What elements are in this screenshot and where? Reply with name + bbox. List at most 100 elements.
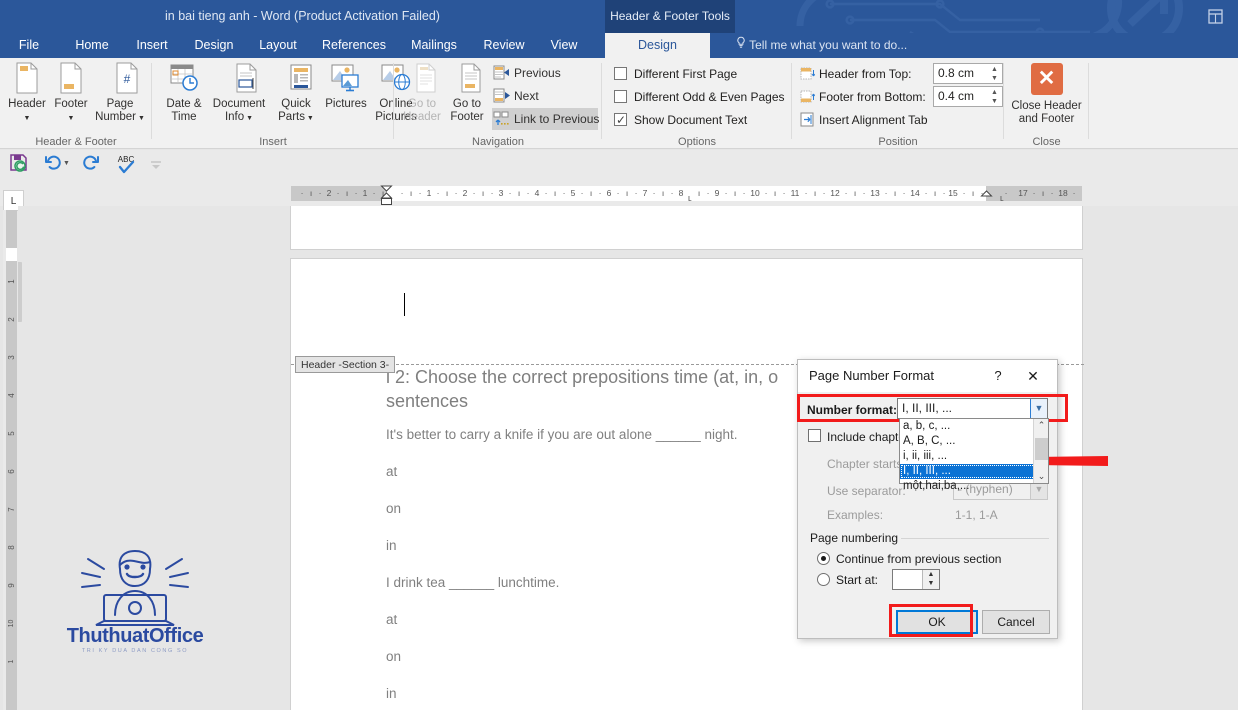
page-previous[interactable]: [290, 206, 1083, 250]
chevron-down-icon[interactable]: ▼: [244, 113, 253, 126]
tab-review[interactable]: Review: [476, 33, 532, 58]
header-from-top-spinner[interactable]: 0.8 cm ▲ ▼: [933, 63, 1003, 84]
cancel-button[interactable]: Cancel: [982, 610, 1050, 634]
start-at-radio[interactable]: [817, 573, 830, 586]
dropdown-option-vietnamese[interactable]: một,hai,ba,...: [900, 479, 1048, 494]
next-button[interactable]: Next: [492, 85, 539, 107]
tab-design-contextual[interactable]: Design: [605, 33, 710, 58]
dropdown-option-upper-alpha[interactable]: A, B, C, ...: [900, 434, 1048, 449]
tab-file[interactable]: File: [12, 33, 46, 58]
document-paragraph-3[interactable]: on: [386, 500, 401, 517]
document-paragraph-5[interactable]: I drink tea ______ lunchtime.: [386, 574, 559, 591]
number-format-dropdown-list[interactable]: a, b, c, ... A, B, C, ... i, ii, iii, ..…: [899, 418, 1049, 492]
save-icon[interactable]: [9, 153, 28, 177]
include-chapter-checkbox[interactable]: [808, 429, 821, 442]
customize-qat-icon[interactable]: [150, 158, 162, 176]
tab-home[interactable]: Home: [66, 33, 118, 58]
dropdown-scrollbar[interactable]: ⌃ ⌄: [1033, 419, 1048, 483]
dropdown-option-upper-roman[interactable]: I, II, III, ...: [900, 464, 1048, 479]
document-heading-line1[interactable]: i 2: Choose the correct prepositions tim…: [386, 366, 778, 389]
chevron-down-icon[interactable]: ▼: [68, 113, 75, 126]
previous-button[interactable]: Previous: [492, 62, 561, 84]
go-to-footer-button[interactable]: Go to Footer: [445, 61, 489, 123]
tab-layout[interactable]: Layout: [252, 33, 304, 58]
scroll-down-icon[interactable]: ⌄: [1034, 470, 1049, 483]
spinner-up-icon[interactable]: ▲: [923, 570, 939, 579]
spinner-up-icon[interactable]: ▲: [989, 66, 1000, 74]
quick-access-toolbar: ▼ ABC: [0, 150, 1238, 180]
vruler-text-start: [6, 248, 17, 261]
scroll-up-icon[interactable]: ⌃: [1034, 419, 1049, 432]
help-question-icon[interactable]: ?: [987, 360, 1009, 392]
tab-insert[interactable]: Insert: [128, 33, 176, 58]
go-to-footer-label1: Go to: [452, 98, 482, 110]
chevron-down-icon[interactable]: ▼: [305, 113, 314, 126]
header-from-top-row: Header from Top:: [800, 63, 912, 85]
tell-me-search[interactable]: Tell me what you want to do...: [735, 33, 907, 58]
different-odd-even-option[interactable]: Different Odd & Even Pages: [614, 87, 785, 107]
first-line-indent-marker[interactable]: [380, 183, 393, 205]
close-header-footer-button[interactable]: ✕ Close Header and Footer: [1004, 63, 1089, 125]
continue-from-previous-radio[interactable]: [817, 552, 830, 565]
dropdown-option-lower-roman[interactable]: i, ii, iii, ...: [900, 449, 1048, 464]
vertical-ruler[interactable]: 1 2 3 4 5 6 7 8 9 10 1: [3, 210, 17, 710]
start-at-spinner[interactable]: ▲ ▼: [922, 570, 939, 589]
document-paragraph-6[interactable]: at: [386, 611, 397, 628]
tab-design[interactable]: Design: [188, 33, 240, 58]
spinner-down-icon[interactable]: ▼: [989, 98, 1000, 106]
checkbox-different-odd-even[interactable]: [614, 90, 627, 103]
spinner-down-icon[interactable]: ▼: [989, 75, 1000, 83]
document-paragraph-2[interactable]: at: [386, 463, 397, 480]
dropdown-option-lower-alpha[interactable]: a, b, c, ...: [900, 419, 1048, 434]
different-first-page-option[interactable]: Different First Page: [614, 64, 737, 84]
show-document-text-option[interactable]: Show Document Text: [614, 110, 747, 130]
close-icon[interactable]: ✕: [1017, 360, 1049, 392]
spelling-check-icon[interactable]: ABC: [116, 153, 136, 179]
footer-button[interactable]: Footer ▼: [47, 61, 95, 125]
chevron-down-icon[interactable]: ▼: [24, 113, 31, 126]
right-indent-marker[interactable]: [980, 189, 993, 205]
date-time-button[interactable]: Date & Time: [160, 61, 208, 123]
document-paragraph-4[interactable]: in: [386, 537, 397, 554]
scrollbar-thumb[interactable]: [1035, 438, 1048, 460]
lightbulb-icon: [735, 33, 746, 58]
document-paragraph-8[interactable]: in: [386, 685, 397, 702]
document-title: in bai tieng anh - Word (Product Activat…: [165, 9, 440, 23]
document-paragraph-7[interactable]: on: [386, 648, 401, 665]
go-to-header-button[interactable]: Go to Header: [400, 61, 444, 123]
footer-from-bottom-spinner[interactable]: 0.4 cm ▲ ▼: [933, 86, 1003, 107]
ruler-tick: ·: [1072, 188, 1076, 198]
undo-icon[interactable]: [44, 153, 62, 176]
tab-stop-marker[interactable]: ʟ: [688, 193, 692, 203]
insert-alignment-tab-icon: [800, 112, 815, 134]
chapter-starts-label: Chapter starts: [827, 457, 903, 471]
chevron-down-icon[interactable]: ▼: [136, 113, 145, 126]
pictures-button[interactable]: Pictures: [322, 61, 370, 111]
page-number-icon: #: [91, 61, 149, 95]
vertical-scrollbar-thumb[interactable]: [18, 262, 22, 322]
spinner-down-icon[interactable]: ▼: [923, 579, 939, 588]
quick-parts-button[interactable]: Quick Parts ▼: [272, 61, 320, 125]
ribbon-display-options-icon[interactable]: [1207, 8, 1224, 25]
date-time-label2: Time: [171, 110, 197, 123]
checkbox-different-first-page[interactable]: [614, 67, 627, 80]
link-to-previous-button[interactable]: Link to Previous: [492, 108, 599, 130]
spinner-up-icon[interactable]: ▲: [989, 89, 1000, 97]
quick-parts-icon: [272, 61, 320, 95]
tab-mailings[interactable]: Mailings: [402, 33, 466, 58]
redo-icon[interactable]: [82, 153, 100, 176]
horizontal-ruler[interactable]: · ı · 2 · ı · 1 · ı · ı · 1 · ı · 2 · ı …: [0, 180, 1238, 206]
document-info-button[interactable]: Document Info ▼: [209, 61, 269, 125]
document-paragraph-1[interactable]: It's better to carry a knife if you are …: [386, 426, 738, 443]
tab-references[interactable]: References: [314, 33, 394, 58]
start-at-input[interactable]: ▲ ▼: [892, 569, 940, 590]
header-button[interactable]: Header ▼: [3, 61, 51, 125]
tab-stop-marker[interactable]: ʟ: [1000, 193, 1004, 203]
page-number-button[interactable]: # Page Number ▼: [91, 61, 149, 125]
tab-view[interactable]: View: [540, 33, 588, 58]
header-from-top-value: 0.8 cm: [938, 66, 975, 80]
insert-alignment-tab-button[interactable]: Insert Alignment Tab: [800, 109, 928, 131]
checkbox-show-document-text[interactable]: [614, 110, 627, 130]
undo-dropdown-icon[interactable]: ▼: [63, 160, 70, 167]
document-heading-line2[interactable]: sentences: [386, 390, 468, 413]
